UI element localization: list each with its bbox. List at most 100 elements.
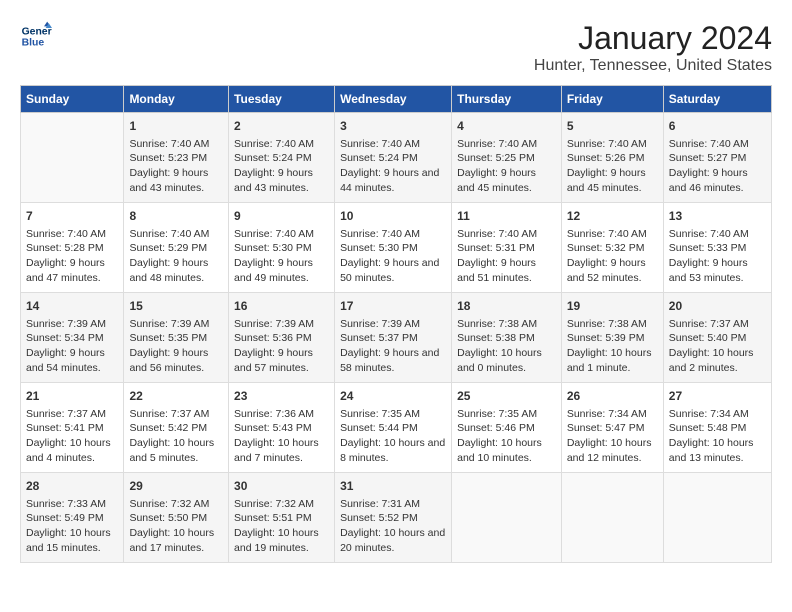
sunset-text: Sunset: 5:26 PM [567,152,645,164]
sunset-text: Sunset: 5:49 PM [26,512,104,524]
calendar-cell: 9Sunrise: 7:40 AMSunset: 5:30 PMDaylight… [229,203,335,293]
sunrise-text: Sunrise: 7:35 AM [457,408,537,420]
calendar-cell: 26Sunrise: 7:34 AMSunset: 5:47 PMDayligh… [561,383,663,473]
daylight-text: Daylight: 10 hours and 20 minutes. [340,527,445,554]
daylight-text: Daylight: 9 hours and 45 minutes. [457,167,536,194]
sunset-text: Sunset: 5:50 PM [129,512,207,524]
sunrise-text: Sunrise: 7:33 AM [26,498,106,510]
day-number: 14 [26,298,118,315]
calendar-cell: 22Sunrise: 7:37 AMSunset: 5:42 PMDayligh… [124,383,229,473]
title-block: January 2024 Hunter, Tennessee, United S… [534,20,772,75]
calendar-cell [663,473,771,563]
calendar-cell: 6Sunrise: 7:40 AMSunset: 5:27 PMDaylight… [663,113,771,203]
sunrise-text: Sunrise: 7:36 AM [234,408,314,420]
daylight-text: Daylight: 9 hours and 54 minutes. [26,347,105,374]
calendar-cell [452,473,562,563]
sunset-text: Sunset: 5:40 PM [669,332,747,344]
sunrise-text: Sunrise: 7:37 AM [26,408,106,420]
sunset-text: Sunset: 5:47 PM [567,422,645,434]
sunset-text: Sunset: 5:41 PM [26,422,104,434]
calendar-week-row: 7 Sunrise: 7:40 AM Sunset: 5:28 PM Daylight… [21,203,772,293]
daylight-text: Daylight: 10 hours and 4 minutes. [26,437,111,464]
day-number: 4 [457,118,556,135]
sunrise-text: Sunrise: 7:34 AM [567,408,647,420]
daylight-text: Daylight: 9 hours and 48 minutes. [129,257,208,284]
day-number: 8 [129,208,223,225]
sunrise-text: Sunrise: 7:40 AM [457,138,537,150]
calendar-cell: 1Sunrise: 7:40 AMSunset: 5:23 PMDaylight… [124,113,229,203]
day-number: 15 [129,298,223,315]
calendar-cell [21,113,124,203]
header-sunday: Sunday [21,86,124,113]
daylight-text: Daylight: 10 hours and 13 minutes. [669,437,754,464]
daylight-text: Daylight: 10 hours and 19 minutes. [234,527,319,554]
svg-text:General: General [22,26,52,37]
sunset-text: Sunset: 5:39 PM [567,332,645,344]
header-saturday: Saturday [663,86,771,113]
calendar-cell: 31Sunrise: 7:31 AMSunset: 5:52 PMDayligh… [335,473,452,563]
daylight-text: Daylight: 9 hours and 51 minutes. [457,257,536,284]
logo-icon: General Blue [20,20,52,52]
sunset-text: Sunset: 5:29 PM [129,242,207,254]
calendar-cell: 16Sunrise: 7:39 AMSunset: 5:36 PMDayligh… [229,293,335,383]
logo: General Blue [20,20,52,52]
daylight-text: Daylight: 10 hours and 7 minutes. [234,437,319,464]
calendar-cell: 21Sunrise: 7:37 AMSunset: 5:41 PMDayligh… [21,383,124,473]
day-number: 13 [669,208,766,225]
calendar-cell: 18Sunrise: 7:38 AMSunset: 5:38 PMDayligh… [452,293,562,383]
daylight-text: Daylight: 9 hours and 52 minutes. [567,257,646,284]
header-wednesday: Wednesday [335,86,452,113]
day-number: 22 [129,388,223,405]
daylight-text: Daylight: 9 hours and 43 minutes. [129,167,208,194]
header-thursday: Thursday [452,86,562,113]
day-number: 9 [234,208,329,225]
sunrise-text: Sunrise: 7:39 AM [26,318,106,330]
calendar-cell: 3Sunrise: 7:40 AMSunset: 5:24 PMDaylight… [335,113,452,203]
calendar-cell: 10Sunrise: 7:40 AMSunset: 5:30 PMDayligh… [335,203,452,293]
page-title: January 2024 [534,20,772,57]
sunset-text: Sunset: 5:34 PM [26,332,104,344]
day-number: 27 [669,388,766,405]
sunset-text: Sunset: 5:24 PM [234,152,312,164]
sunrise-text: Sunrise: 7:34 AM [669,408,749,420]
sunset-text: Sunset: 5:28 PM [26,242,104,254]
sunset-text: Sunset: 5:31 PM [457,242,535,254]
calendar-cell: 30Sunrise: 7:32 AMSunset: 5:51 PMDayligh… [229,473,335,563]
daylight-text: Daylight: 9 hours and 43 minutes. [234,167,313,194]
sunrise-text: Sunrise: 7:39 AM [340,318,420,330]
day-number: 17 [340,298,446,315]
daylight-text: Daylight: 10 hours and 10 minutes. [457,437,542,464]
sunrise-text: Sunrise: 7:31 AM [340,498,420,510]
sunset-text: Sunset: 5:36 PM [234,332,312,344]
sunrise-text: Sunrise: 7:40 AM [669,228,749,240]
calendar-cell: 17Sunrise: 7:39 AMSunset: 5:37 PMDayligh… [335,293,452,383]
day-number: 3 [340,118,446,135]
day-number: 2 [234,118,329,135]
daylight-text: Daylight: 9 hours and 44 minutes. [340,167,439,194]
daylight-text: Daylight: 9 hours and 58 minutes. [340,347,439,374]
sunset-text: Sunset: 5:51 PM [234,512,312,524]
sunset-text: Sunset: 5:33 PM [669,242,747,254]
daylight-text: Daylight: 9 hours and 53 minutes. [669,257,748,284]
sunset-text: Sunset: 5:46 PM [457,422,535,434]
day-number: 7 [26,208,118,225]
sunset-text: Sunset: 5:30 PM [340,242,418,254]
calendar-week-row: 21Sunrise: 7:37 AMSunset: 5:41 PMDayligh… [21,383,772,473]
sunrise-text: Sunrise: 7:32 AM [129,498,209,510]
sunset-text: Sunset: 5:24 PM [340,152,418,164]
daylight-text: Daylight: 9 hours and 50 minutes. [340,257,439,284]
sunset-text: Sunset: 5:25 PM [457,152,535,164]
calendar-cell: 24Sunrise: 7:35 AMSunset: 5:44 PMDayligh… [335,383,452,473]
sunset-text: Sunset: 5:44 PM [340,422,418,434]
sunrise-text: Sunrise: 7:40 AM [669,138,749,150]
sunset-text: Sunset: 5:52 PM [340,512,418,524]
header-friday: Friday [561,86,663,113]
sunset-text: Sunset: 5:27 PM [669,152,747,164]
daylight-text: Daylight: 10 hours and 1 minute. [567,347,652,374]
calendar-cell: 7Sunrise: 7:40 AMSunset: 5:28 PMDaylight… [21,203,124,293]
sunrise-text: Sunrise: 7:37 AM [669,318,749,330]
calendar-cell: 25Sunrise: 7:35 AMSunset: 5:46 PMDayligh… [452,383,562,473]
svg-text:Blue: Blue [22,38,45,49]
calendar-cell: 8Sunrise: 7:40 AMSunset: 5:29 PMDaylight… [124,203,229,293]
sunrise-text: Sunrise: 7:40 AM [234,138,314,150]
